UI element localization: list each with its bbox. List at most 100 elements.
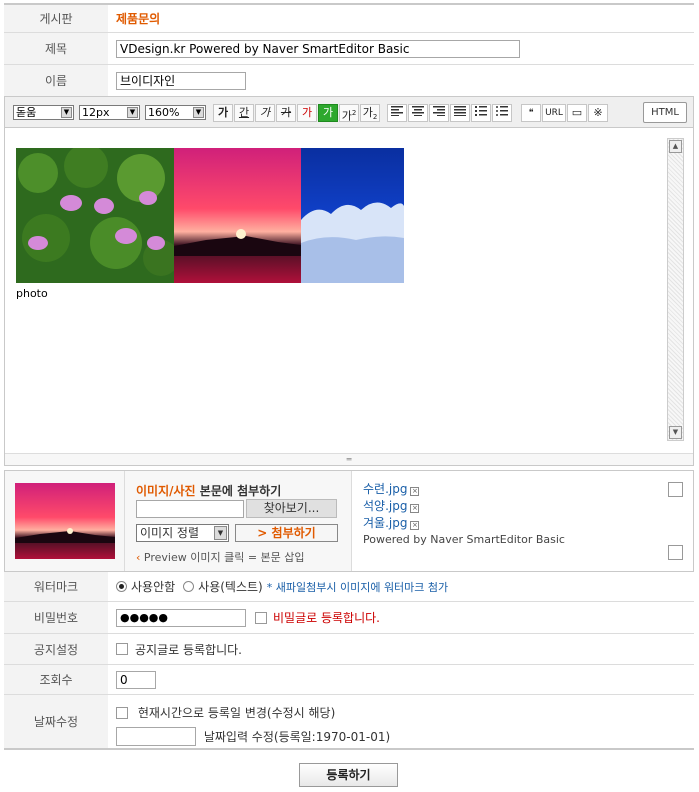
editor-toolbar: 돋움 ▼ 12px ▼ 160% ▼ 가 간 가 가 가 가 가2 가2 ❝ U… [4,96,694,128]
superscript-button[interactable]: 가2 [339,104,359,123]
bold-button[interactable]: 가 [213,104,233,122]
watermark-off-label: 사용안함 [131,580,176,594]
align-justify-button[interactable] [450,104,470,122]
align-center-icon [412,106,424,116]
notice-checkbox[interactable] [116,643,128,655]
align-left-button[interactable] [387,104,407,122]
date-input[interactable] [116,727,196,746]
quote-button[interactable]: ❝ [521,104,541,122]
scroll-up-icon[interactable]: ▲ [669,140,682,153]
photo-sunset [174,148,301,283]
views-input[interactable] [116,670,156,689]
views-label: 조회수 [4,665,108,694]
photo-strip [16,148,404,283]
image-align-select[interactable]: 이미지 정렬 ▼ [136,524,229,542]
editor-scrollbar[interactable]: ▲ ▼ [667,138,684,441]
ordered-list-button[interactable] [471,104,491,122]
browse-button[interactable]: 찾아보기... [246,499,337,518]
superscript-label: 가 [341,109,352,123]
bg-color-button[interactable]: 가 [318,104,338,122]
preview-hint: Preview 이미지 클릭 = 본문 삽입 [143,551,305,564]
unordered-list-button[interactable] [492,104,512,122]
attach-title-accent: 이미지/사진 [136,484,196,498]
attach-preview-image[interactable] [15,483,115,559]
password-row: 비밀번호 비밀글로 등록합니다. [4,602,694,634]
file-link[interactable]: 석양.jpg [363,499,407,513]
chevron-left-icon: ‹ [136,551,141,564]
date-hint: 날짜입력 수정(등록일:1970-01-01) [203,729,391,744]
submit-button[interactable]: 등록하기 [299,763,398,787]
board-value: 제품문의 [116,12,161,26]
font-select[interactable]: 돋움 ▼ [13,105,74,120]
notice-row: 공지설정 공지글로 등록합니다. [4,634,694,665]
html-mode-button[interactable]: HTML [643,102,687,123]
subscript-label: 가 [362,106,373,119]
date-change-label: 현재시간으로 등록일 변경(수정시 해당) [137,706,336,720]
align-left-icon [391,106,403,116]
unordered-list-icon [496,106,508,116]
watermark-label: 워터마크 [4,572,108,601]
strike-button[interactable]: 가 [276,104,296,122]
scroll-down-icon[interactable]: ▼ [669,426,682,439]
board-row: 게시판 제품문의 [4,5,694,33]
italic-button[interactable]: 가 [255,104,275,122]
delete-checkbox[interactable] [668,545,683,560]
secret-checkbox[interactable] [255,611,267,624]
editor-resize-handle[interactable]: ═ [5,453,693,465]
align-right-button[interactable] [429,104,449,122]
file-path-input[interactable] [136,500,244,518]
font-select-value: 돋움 [16,106,37,119]
size-select-value: 12px [82,106,110,119]
image-caption: photo [16,287,48,300]
table-button[interactable]: ▭ [567,104,587,122]
name-input[interactable] [116,71,246,90]
password-input[interactable] [116,608,246,627]
remove-icon[interactable]: × [410,521,420,530]
url-button[interactable]: URL [542,104,566,122]
line-height-select-value: 160% [148,106,180,119]
password-label: 비밀번호 [4,602,108,633]
line-height-select[interactable]: 160% ▼ [145,105,206,120]
align-justify-icon [454,106,466,116]
powered-by-text: Powered by Naver SmartEditor Basic [363,533,565,546]
date-change-checkbox[interactable] [116,707,128,719]
watermark-note: * 새파일첨부시 이미지에 워터마크 첨가 [266,580,449,594]
attach-button[interactable]: > 첨부하기 [235,524,338,542]
align-right-icon [433,106,445,116]
board-label: 게시판 [4,5,108,32]
file-link[interactable]: 겨울.jpg [363,516,407,530]
attach-preview-area [5,471,125,571]
date-label: 날짜수정 [4,695,108,748]
views-row: 조회수 [4,665,694,695]
attach-controls: 이미지/사진 본문에 첨부하기 찾아보기... 이미지 정렬 ▼ > 첨부하기 … [125,471,352,571]
attach-title: 본문에 첨부하기 [199,484,282,498]
font-color-button[interactable]: 가 [297,104,317,122]
watermark-row: 워터마크 사용안함 사용(텍스트) * 새파일첨부시 이미지에 워터마크 첨가 [4,572,694,602]
subject-label: 제목 [4,33,108,64]
subscript-button[interactable]: 가2 [360,104,380,122]
watermark-text-radio[interactable] [183,581,195,592]
remove-icon[interactable]: × [410,487,420,496]
underline-button[interactable]: 간 [234,104,254,122]
subject-input[interactable] [116,39,520,58]
date-row: 날짜수정 현재시간으로 등록일 변경(수정시 해당) 날짜입력 수정(등록일:1… [4,695,694,750]
name-label: 이름 [4,65,108,96]
notice-label: 공지설정 [4,634,108,664]
editor-area[interactable]: photo ▲ ▼ ═ [4,128,694,466]
select-all-checkbox[interactable] [668,482,683,497]
watermark-text-label: 사용(텍스트) [198,580,263,594]
secret-label: 비밀글로 등록합니다. [273,611,380,625]
chevron-down-icon: ▼ [61,107,72,118]
name-row: 이름 [4,65,694,96]
special-char-button[interactable]: ※ [588,104,608,122]
notice-option-label: 공지글로 등록합니다. [135,642,242,657]
file-item: 수련.jpg × [363,481,420,498]
size-select[interactable]: 12px ▼ [79,105,140,120]
subject-row: 제목 [4,33,694,65]
align-center-button[interactable] [408,104,428,122]
watermark-off-radio[interactable] [116,581,127,592]
remove-icon[interactable]: × [410,504,420,513]
chevron-down-icon: ▼ [127,107,138,118]
file-link[interactable]: 수련.jpg [363,482,407,496]
image-align-value: 이미지 정렬 [140,526,200,540]
